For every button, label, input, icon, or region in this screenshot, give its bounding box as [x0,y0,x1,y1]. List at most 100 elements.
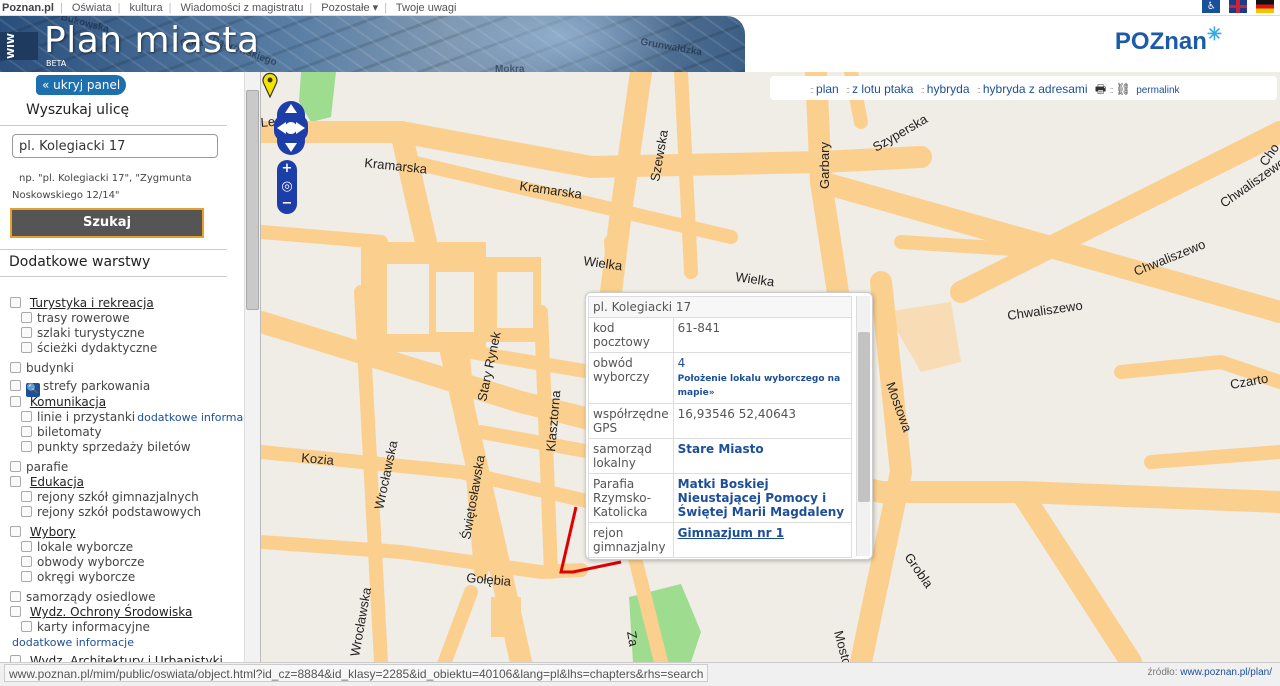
popup-scrollbar[interactable] [856,296,870,556]
road [1144,445,1280,469]
layer-okregi[interactable]: okręgi wyborcze [21,570,135,584]
road [261,225,388,249]
checkbox[interactable] [21,621,32,632]
checkbox[interactable] [21,426,32,437]
layer-ochrona[interactable]: Wydz. Ochrony Środowiska [10,605,192,619]
street-search-input[interactable] [12,134,218,158]
layer-samorzady[interactable]: samorządy osiedlowe [10,590,156,604]
permalink-link[interactable]: permalink [1136,85,1179,96]
accessibility-icon[interactable]: ♿ [1202,0,1221,13]
checkbox[interactable] [21,441,32,452]
layer-gimnazja[interactable]: rejony szkół gimnazjalnych [21,490,199,504]
logo-text: POZnan [1114,28,1207,55]
panel-scrollbar[interactable] [244,72,260,662]
map-view[interactable]: Kramarska Kramarska Szewska Garbary Szyp… [261,72,1280,662]
address-info-popup: pl. Kolegiacki 17 kod pocztowy 61-841 ob… [585,292,873,560]
checkbox[interactable] [10,476,21,487]
zoom-in-button[interactable]: + [280,162,294,176]
divider [0,276,227,277]
search-button[interactable]: Szukaj [10,208,204,238]
nav-link-pozostale[interactable]: Pozostałe ▾ [321,2,378,14]
map-type-hybrid-addresses[interactable]: hybryda z adresami [983,82,1088,96]
road [437,585,478,662]
layer-podstawowe[interactable]: rejony szkół podstawowych [21,505,201,519]
building [436,272,474,332]
scrollbar-thumb[interactable] [858,332,870,502]
checkbox[interactable] [10,591,21,602]
checkbox[interactable] [21,312,32,323]
map-type-plan[interactable]: plan [816,82,839,96]
checkbox[interactable] [10,396,21,407]
layer-komunikacja[interactable]: Komunikacja [10,395,106,409]
left-panel: « ukryj panel Wyszukaj ulicę np. "pl. Ko… [0,72,261,662]
table-row: Parafia Rzymsko-Katolicka Matki Boskiej … [588,473,853,523]
school-link[interactable]: Gimnazjum nr 1 [678,526,784,540]
checkbox[interactable] [21,556,32,567]
layer-sciezki[interactable]: ścieżki dydaktyczne [21,341,157,355]
table-row: współrzędne GPS 16,93546 52,40643 [588,403,853,439]
layer-biletomaty[interactable]: biletomaty [21,425,102,439]
checkbox[interactable] [21,506,32,517]
layer-karty[interactable]: karty informacyjne [21,620,150,634]
checkbox[interactable] [10,461,21,472]
checkbox[interactable] [10,362,21,373]
source-link[interactable]: www.poznan.pl/plan/ [1180,667,1272,678]
checkbox[interactable] [21,491,32,502]
nav-link-wiadomosci[interactable]: Wiadomości z magistratu [181,2,304,14]
building [491,597,521,637]
globe-icon[interactable]: ◎ [280,180,294,194]
english-flag-icon[interactable] [1229,0,1248,13]
checkbox[interactable] [10,380,21,391]
scrollbar-thumb[interactable] [246,90,259,310]
checkbox[interactable] [21,571,32,582]
hide-panel-button[interactable]: « ukryj panel [36,75,127,95]
parish-link[interactable]: Matki Boskiej Nieustającej Pomocy i Świę… [678,477,844,519]
location-pin-icon[interactable] [261,72,279,98]
layer-lokale[interactable]: lokale wyborcze [21,540,133,554]
building [387,264,429,334]
layer-trasy-rowerowe[interactable]: trasy rowerowe [21,311,130,325]
checkbox[interactable] [21,541,32,552]
layer-architektura[interactable]: Wydz. Architektury i Urbanistyki [10,654,223,662]
checkbox[interactable] [10,655,21,662]
checkbox[interactable] [10,297,21,308]
table-row: samorząd lokalny Stare Miasto [588,438,853,474]
layer-szlaki[interactable]: szlaki turystyczne [21,326,145,340]
checkbox[interactable] [21,327,32,338]
polling-station-link[interactable]: Położenie lokalu wyborczego na mapie» [678,372,847,400]
layer-parafie[interactable]: parafie [10,460,68,474]
layer-turystyka[interactable]: Turystyka i rekreacja [10,296,154,310]
print-icon[interactable]: 🖶 [1095,82,1106,96]
nav-link-oswiata[interactable]: Oświata [72,2,112,14]
layer-obwody[interactable]: obwody wyborcze [21,555,144,569]
map-type-hybrid[interactable]: hybryda [927,82,970,96]
status-bar: www.poznan.pl/mim/public/oswiata/object.… [0,662,1280,686]
layer-budynki[interactable]: budynki [10,361,74,375]
local-government-link[interactable]: Stare Miasto [678,442,764,456]
electoral-district-link[interactable]: 4 [678,356,686,370]
additional-info-link[interactable]: dodatkowe informacje [10,635,134,649]
street-label: Chwaliszewo [1006,298,1083,323]
layer-linie[interactable]: linie i przystanki dodatkowe informacje [21,410,259,424]
nav-link-kultura[interactable]: kultura [130,2,163,14]
layer-edukacja[interactable]: Edukacja [10,475,84,489]
additional-info-link[interactable]: dodatkowe informacje [137,411,259,424]
checkbox[interactable] [10,606,21,617]
layer-punkty[interactable]: punkty sprzedaży biletów [21,440,191,454]
header-banner: WIW Bukowska Dąbrowskiego Góra Mokra Gru… [0,16,745,72]
german-flag-icon[interactable] [1256,0,1274,13]
checkbox[interactable] [10,526,21,537]
table-row: rejon gimnazjalny Gimnazjum nr 1 [588,522,853,558]
pan-control[interactable] [274,101,308,155]
nav-link-uwagi[interactable]: Twoje uwagi [396,2,457,14]
road [674,72,698,279]
map-type-aerial[interactable]: z lotu ptaka [852,82,913,96]
poznan-logo[interactable]: POZnan✳ [1114,24,1222,56]
zoom-out-button[interactable]: − [280,197,294,211]
checkbox[interactable] [21,342,32,353]
street-label: Wielka [735,269,776,289]
link-icon[interactable]: ⛓ [1116,82,1131,96]
site-link[interactable]: Poznan.pl [2,2,54,14]
checkbox[interactable] [21,411,32,422]
layer-wybory[interactable]: Wybory [10,525,76,539]
